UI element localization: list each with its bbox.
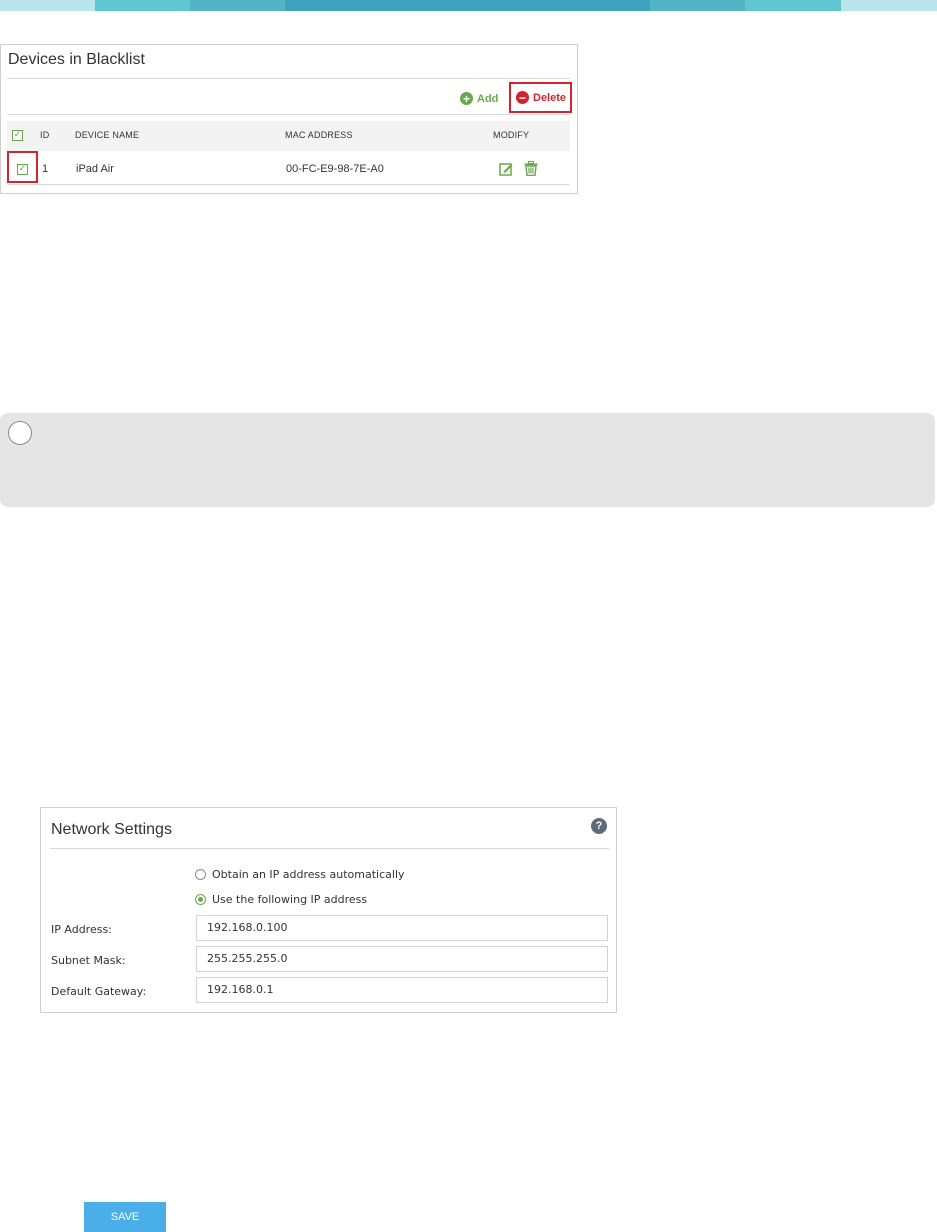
- top-color-band: [0, 0, 937, 11]
- default-gateway-input[interactable]: 192.168.0.1: [196, 977, 608, 1003]
- column-header-modify: MODIFY: [493, 130, 530, 140]
- blacklist-title: Devices in Blacklist: [8, 51, 145, 68]
- band-segment: [190, 0, 285, 11]
- band-segment: [745, 0, 841, 11]
- default-gateway-label: Default Gateway:: [51, 985, 147, 998]
- row-checkbox[interactable]: ✓: [17, 164, 28, 175]
- radio-use-following-ip[interactable]: Use the following IP address: [195, 893, 367, 906]
- radio-label: Use the following IP address: [212, 893, 368, 906]
- column-header-id: ID: [40, 130, 50, 140]
- radio-circle: [195, 869, 206, 880]
- cell-device-name: iPad Air: [76, 163, 114, 175]
- select-all-checkbox[interactable]: ✓: [12, 130, 23, 141]
- ip-address-label: IP Address:: [51, 923, 112, 936]
- delete-label: Delete: [533, 91, 567, 104]
- edit-icon[interactable]: [499, 162, 513, 176]
- blacklist-panel: Devices in Blacklist + Add − Delete ✓ ID…: [0, 44, 578, 194]
- info-circle-icon: [8, 421, 32, 445]
- band-segment: [95, 0, 190, 11]
- title-divider: [50, 848, 609, 849]
- band-segment: [841, 0, 937, 11]
- help-icon[interactable]: ?: [591, 818, 607, 834]
- column-header-device-name: DEVICE NAME: [75, 130, 140, 140]
- band-segment: [650, 0, 745, 11]
- title-divider: [7, 78, 570, 79]
- cell-id: 1: [42, 163, 49, 175]
- row-divider: [7, 184, 570, 185]
- network-settings-title: Network Settings: [51, 821, 172, 838]
- plus-circle-icon: +: [460, 92, 473, 105]
- radio-circle-selected: [195, 894, 206, 905]
- subnet-mask-input[interactable]: 255.255.255.0: [196, 946, 608, 972]
- add-button[interactable]: + Add: [460, 92, 498, 105]
- table-header: ✓ ID DEVICE NAME MAC ADDRESS MODIFY: [7, 121, 570, 151]
- radio-label: Obtain an IP address automatically: [212, 868, 405, 881]
- add-label: Add: [477, 92, 499, 105]
- radio-obtain-ip-automatically[interactable]: Obtain an IP address automatically: [195, 868, 405, 881]
- column-header-mac-address: MAC ADDRESS: [285, 130, 353, 140]
- trash-icon[interactable]: [524, 161, 538, 176]
- band-segment: [285, 0, 650, 11]
- subnet-mask-label: Subnet Mask:: [51, 954, 126, 967]
- note-box: [0, 413, 935, 507]
- save-button[interactable]: SAVE: [84, 1202, 166, 1232]
- band-segment: [0, 0, 95, 11]
- ip-address-input[interactable]: 192.168.0.100: [196, 915, 608, 941]
- delete-button[interactable]: − Delete: [509, 82, 572, 113]
- cell-mac-address: 00-FC-E9-98-7E-A0: [286, 163, 384, 175]
- toolbar-divider: [7, 114, 570, 115]
- network-settings-panel: Network Settings ? Obtain an IP address …: [40, 807, 617, 1013]
- minus-circle-icon: −: [516, 91, 529, 104]
